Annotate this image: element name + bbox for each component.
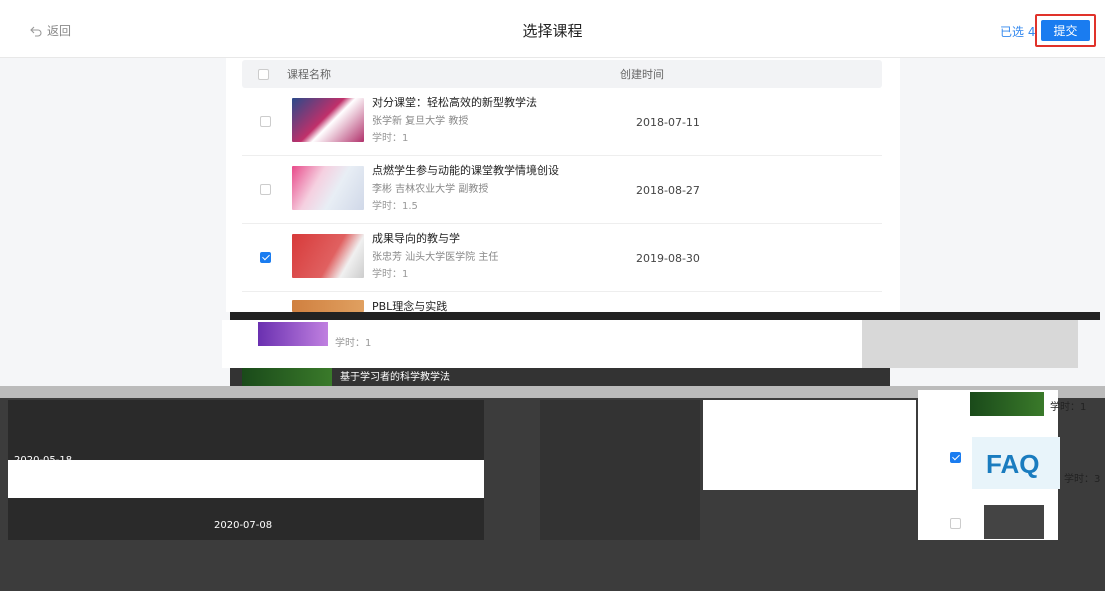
glitch-block	[540, 400, 700, 540]
course-teacher: 张学新 复旦大学 教授	[372, 116, 469, 127]
faq-thumbnail: FAQ	[972, 437, 1060, 489]
row-checkbox[interactable]	[260, 184, 271, 195]
glitch-bar	[230, 312, 1100, 320]
glitch-date-label: 2020-05-18	[14, 455, 73, 466]
course-thumbnail	[984, 505, 1044, 539]
course-row[interactable]: 成果导向的教与学 张忠芳 汕头大学医学院 主任 学时：1 2019-08-30	[242, 224, 882, 292]
course-thumbnail	[292, 300, 364, 312]
course-hours: 学时：3	[1064, 474, 1101, 485]
course-name: 点燃学生参与动能的课堂教学情境创设	[372, 164, 559, 177]
course-date: 2018-07-11	[636, 116, 700, 129]
course-thumbnail	[292, 166, 364, 210]
course-date: 2019-08-30	[636, 252, 700, 265]
course-thumbnail	[258, 322, 328, 346]
course-date: 2018-08-27	[636, 184, 700, 197]
course-name: 成果导向的教与学	[372, 232, 460, 245]
glitch-date-label: 2020-07-08	[214, 520, 273, 531]
selected-count[interactable]: 已选 4	[1000, 23, 1035, 40]
course-name: 对分课堂：轻松高效的新型教学法	[372, 96, 537, 109]
course-thumbnail	[970, 392, 1044, 416]
glitch-dark-band	[8, 498, 484, 540]
course-list-panel: 课程名称 创建时间 对分课堂：轻松高效的新型教学法 张学新 复旦大学 教授 学时…	[226, 58, 900, 312]
page-title: 选择课程	[522, 22, 583, 40]
submit-highlight-box: 提交	[1035, 14, 1096, 47]
course-row[interactable]: 对分课堂：轻松高效的新型教学法 张学新 复旦大学 教授 学时：1 2018-07…	[242, 88, 882, 156]
column-header-name: 课程名称	[287, 68, 331, 81]
row-checkbox[interactable]	[950, 518, 961, 529]
course-thumbnail	[292, 234, 364, 278]
top-bar: 返回 选择课程 已选 4 提交	[0, 0, 1105, 58]
submit-button[interactable]: 提交	[1041, 20, 1090, 41]
glitch-gray-block	[862, 320, 1078, 368]
faq-text: FAQ	[986, 449, 1040, 479]
course-hours: 学时：1.5	[372, 201, 418, 212]
course-row[interactable]: 点燃学生参与动能的课堂教学情境创设 李彬 吉林农业大学 副教授 学时：1.5 2…	[242, 156, 882, 224]
course-hours: 学时：1	[372, 133, 409, 144]
course-name: PBL理念与实践	[372, 300, 448, 312]
course-thumbnail	[292, 98, 364, 142]
glitch-dark-band	[8, 400, 484, 460]
row-checkbox[interactable]	[950, 452, 961, 463]
glitch-white-block	[703, 400, 916, 490]
row-checkbox[interactable]	[260, 252, 271, 263]
row-checkbox[interactable]	[260, 116, 271, 127]
select-all-checkbox[interactable]	[258, 68, 269, 80]
course-hours: 学时：1	[335, 338, 372, 349]
course-teacher: 张忠芳 汕头大学医学院 主任	[372, 252, 499, 263]
course-hours: 学时：1	[372, 269, 409, 280]
course-row[interactable]: PBL理念与实践	[242, 292, 882, 312]
course-hours: 学时：1	[1050, 402, 1087, 413]
course-teacher: 李彬 吉林农业大学 副教授	[372, 184, 489, 195]
table-header: 课程名称 创建时间	[242, 60, 882, 88]
course-name: 基于学习者的科学教学法	[340, 372, 450, 383]
column-header-date: 创建时间	[620, 68, 664, 81]
